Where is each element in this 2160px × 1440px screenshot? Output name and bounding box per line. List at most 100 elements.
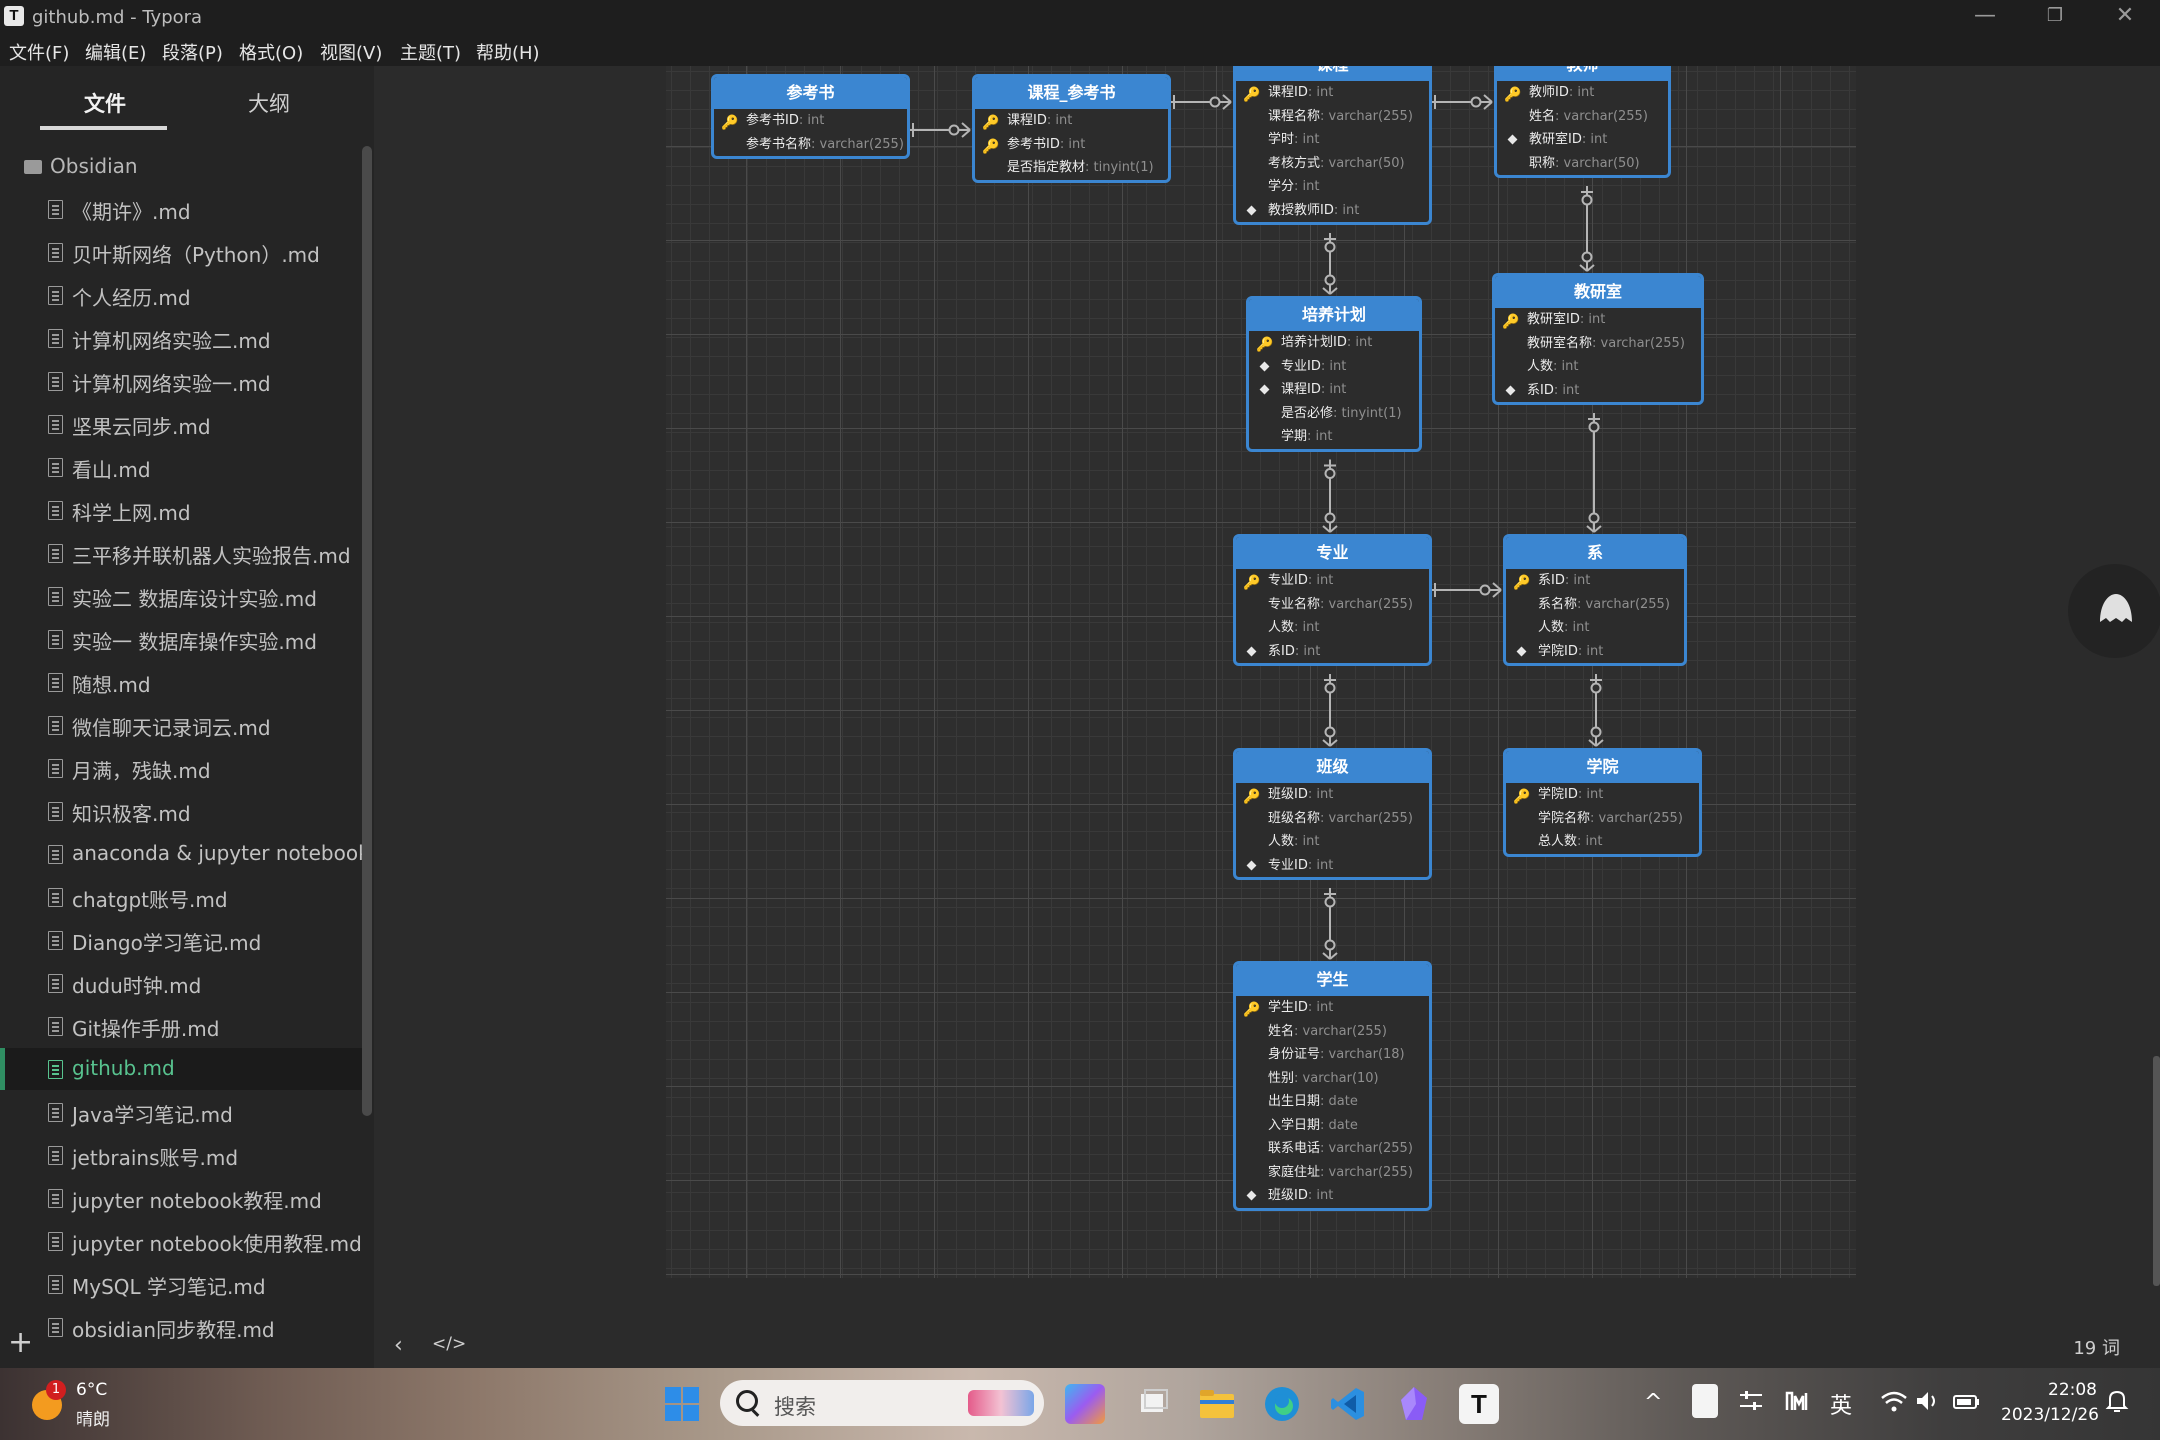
attribute-name: 学生ID: [1268, 1000, 1308, 1015]
file-item[interactable]: dudu时钟.md: [0, 962, 362, 1004]
entity-student[interactable]: 学生 🔑 学生ID: int 姓名: varchar(255) 身份证号: varcha…: [1233, 961, 1432, 1211]
entity-attribute: 专业ID: int: [1249, 355, 1419, 379]
entity-reference-book[interactable]: 参考书 🔑 参考书ID: int 参考书名称: varchar(255): [711, 74, 910, 159]
file-name: 实验二 数据库设计实验.md: [72, 587, 317, 611]
settings-sliders-icon[interactable]: [1738, 1388, 1764, 1420]
typora-taskbar-icon[interactable]: T: [1459, 1384, 1499, 1424]
notification-bell-icon[interactable]: [2104, 1388, 2130, 1420]
vscode-icon[interactable]: [1328, 1384, 1368, 1424]
folder-item[interactable]: Obsidian: [24, 154, 138, 188]
restore-button[interactable]: ❐: [2020, 0, 2090, 34]
cardinality-optional-mark: [1470, 96, 1482, 108]
weather-description[interactable]: 晴朗: [76, 1405, 110, 1430]
file-item[interactable]: MySQL 学习笔记.md: [0, 1263, 362, 1305]
file-item[interactable]: 月满，残缺.md: [0, 747, 362, 789]
file-item[interactable]: 科学上网.md: [0, 489, 362, 531]
input-method-icon[interactable]: [1784, 1388, 1810, 1420]
attribute-name: 专业ID: [1268, 573, 1308, 588]
file-item[interactable]: Git操作手册.md: [0, 1005, 362, 1047]
file-item[interactable]: 看山.md: [0, 446, 362, 488]
attribute-type: varchar(255): [1302, 1023, 1387, 1039]
file-item[interactable]: obsidian同步教程.md: [0, 1306, 362, 1348]
minimize-button[interactable]: —: [1950, 0, 2020, 34]
entity-teaching-office[interactable]: 教研室 🔑 教研室ID: int 教研室名称: varchar(255) 人数: int…: [1492, 273, 1704, 405]
ime-language[interactable]: 英: [1830, 1388, 1852, 1420]
entity-attribute: 联系电话: varchar(255): [1236, 1137, 1429, 1161]
file-item[interactable]: 微信聊天记录词云.md: [0, 704, 362, 746]
menu-theme[interactable]: 主题(T): [400, 39, 461, 65]
attribute-name: 人数: [1268, 834, 1295, 849]
menu-file[interactable]: 文件(F): [9, 39, 69, 65]
file-item[interactable]: 计算机网络实验一.md: [0, 360, 362, 402]
obsidian-icon[interactable]: [1394, 1384, 1434, 1424]
close-button[interactable]: ✕: [2090, 0, 2160, 34]
entity-attribute: 参考书名称: varchar(255): [714, 133, 907, 157]
file-item[interactable]: Diango学习笔记.md: [0, 919, 362, 961]
search-input[interactable]: 搜索: [720, 1380, 1044, 1426]
file-item[interactable]: chatgpt账号.md: [0, 876, 362, 918]
menu-view[interactable]: 视图(V): [320, 39, 382, 65]
add-file-button[interactable]: +: [8, 1328, 34, 1358]
editor-scrollbar[interactable]: [2153, 1056, 2160, 1286]
file-item[interactable]: jupyter notebook教程.md: [0, 1177, 362, 1219]
attribute-type: int: [1316, 85, 1334, 100]
file-item[interactable]: 《期许》.md: [0, 188, 362, 230]
wifi-icon[interactable]: [1880, 1388, 1908, 1420]
sidebar-scrollbar[interactable]: [362, 146, 372, 1116]
entity-department[interactable]: 系 🔑 系ID: int 系名称: varchar(255) 人数: int 学院ID: …: [1503, 534, 1687, 666]
edge-icon[interactable]: [1262, 1384, 1302, 1424]
tab-outline[interactable]: 大纲: [248, 88, 290, 118]
file-item[interactable]: 三平移并联机器人实验报告.md: [0, 532, 362, 574]
file-item[interactable]: 计算机网络实验二.md: [0, 317, 362, 359]
start-icon[interactable]: [662, 1384, 702, 1424]
file-icon: [48, 1060, 63, 1079]
attribute-type: varchar(255): [1563, 108, 1648, 124]
relationship-line: [1588, 739, 1597, 747]
file-name: jupyter notebook使用教程.md: [72, 1232, 362, 1256]
menu-format[interactable]: 格式(O): [239, 39, 303, 65]
clock-date[interactable]: 2023/12/26: [2001, 1405, 2099, 1425]
source-code-mode-button[interactable]: </>: [432, 1334, 466, 1354]
file-item[interactable]: 实验二 数据库设计实验.md: [0, 575, 362, 617]
entity-class[interactable]: 班级 🔑 班级ID: int 班级名称: varchar(255) 人数: int 专业I…: [1233, 748, 1432, 880]
entity-teacher[interactable]: 教师🔑教师ID: int姓名: varchar(255)教研室ID: int职称…: [1494, 66, 1671, 178]
tab-files[interactable]: 文件: [84, 88, 126, 118]
tray-overflow-icon[interactable]: ^: [1644, 1390, 1662, 1415]
file-explorer-icon[interactable]: [1197, 1384, 1237, 1424]
weather-temperature[interactable]: 6°C: [76, 1380, 107, 1400]
entity-college[interactable]: 学院 🔑 学院ID: int 学院名称: varchar(255) 总人数: int: [1503, 748, 1702, 857]
attribute-type: int: [1590, 132, 1608, 147]
task-view-icon[interactable]: [1133, 1384, 1173, 1424]
floating-ghost-button[interactable]: [2068, 564, 2160, 658]
collapse-sidebar-button[interactable]: ‹: [394, 1333, 403, 1358]
file-item[interactable]: github.md: [0, 1048, 362, 1090]
menu-help[interactable]: 帮助(H): [476, 39, 540, 65]
entity-course[interactable]: 课程🔑课程ID: int课程名称: varchar(255)学时: int考核方…: [1233, 66, 1432, 225]
entity-course-reference[interactable]: 课程_参考书 🔑 课程ID: int 🔑 参考书ID: int 是否指定教材: tinyi…: [972, 74, 1171, 183]
copilot-icon[interactable]: [1065, 1384, 1105, 1424]
file-icon: [48, 1146, 63, 1165]
file-name: 计算机网络实验二.md: [72, 329, 271, 353]
volume-icon[interactable]: [1914, 1388, 1940, 1420]
menu-edit[interactable]: 编辑(E): [85, 39, 146, 65]
attribute-type: int: [1055, 113, 1073, 128]
battery-icon[interactable]: [1952, 1388, 1982, 1420]
clock-time[interactable]: 22:08: [2048, 1380, 2097, 1400]
entity-training-plan[interactable]: 培养计划 🔑 培养计划ID: int 专业ID: int 课程ID: int 是否必修: …: [1246, 296, 1422, 452]
entity-major[interactable]: 专业 🔑 专业ID: int 专业名称: varchar(255) 人数: int 系ID…: [1233, 534, 1432, 666]
file-item[interactable]: 个人经历.md: [0, 274, 362, 316]
file-item[interactable]: jupyter notebook使用教程.md: [0, 1220, 362, 1262]
file-item[interactable]: 知识极客.md: [0, 790, 362, 832]
entity-title: 学院: [1506, 751, 1699, 783]
file-item[interactable]: jetbrains账号.md: [0, 1134, 362, 1176]
file-item[interactable]: 贝叶斯网络（Python）.md: [0, 231, 362, 273]
file-item[interactable]: 坚果云同步.md: [0, 403, 362, 445]
file-item[interactable]: Java学习笔记.md: [0, 1091, 362, 1133]
file-item[interactable]: 实验一 数据库操作实验.md: [0, 618, 362, 660]
tray-app-icon[interactable]: [1692, 1384, 1718, 1418]
foreign-key-icon: [1246, 1190, 1257, 1201]
file-item[interactable]: anaconda & jupyter notebook: [0, 833, 362, 875]
menu-paragraph[interactable]: 段落(P): [162, 39, 223, 65]
word-count[interactable]: 19 词: [2073, 1334, 2120, 1360]
file-item[interactable]: 随想.md: [0, 661, 362, 703]
